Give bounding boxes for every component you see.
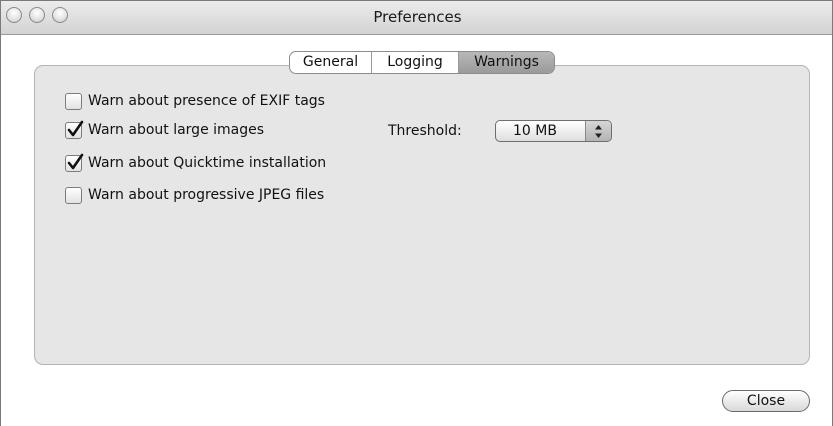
checkmark-icon <box>67 153 84 169</box>
threshold-value: 10 MB <box>513 123 557 139</box>
threshold-label: Threshold: <box>388 123 462 139</box>
large-images-warning-checkbox[interactable] <box>65 120 84 139</box>
large-images-warning-label: Warn about large images <box>88 122 265 138</box>
tab-bar: General Logging Warnings <box>289 51 555 74</box>
progressive-jpeg-warning-option[interactable]: Warn about progressive JPEG files <box>65 185 324 205</box>
tab-warnings[interactable]: Warnings <box>458 52 554 73</box>
close-button[interactable]: Close <box>722 390 810 412</box>
threshold-select[interactable]: 10 MB <box>495 120 612 142</box>
tab-logging[interactable]: Logging <box>371 52 458 73</box>
updown-arrows-icon <box>585 121 611 141</box>
quicktime-warning-checkbox[interactable] <box>65 153 84 172</box>
preferences-window: Preferences General Logging Warnings War… <box>0 0 833 426</box>
progressive-jpeg-warning-checkbox[interactable] <box>65 186 82 204</box>
checkmark-icon <box>67 120 84 136</box>
progressive-jpeg-warning-label: Warn about progressive JPEG files <box>88 187 325 203</box>
window-title: Preferences <box>373 8 462 26</box>
title-bar: Preferences <box>1 1 832 35</box>
exif-warning-checkbox[interactable] <box>65 92 82 110</box>
quicktime-warning-label: Warn about Quicktime installation <box>88 155 327 171</box>
exif-warning-option[interactable]: Warn about presence of EXIF tags <box>65 91 325 111</box>
tab-general[interactable]: General <box>290 52 371 73</box>
exif-warning-label: Warn about presence of EXIF tags <box>88 93 325 109</box>
large-images-warning-option[interactable]: Warn about large images <box>65 120 264 140</box>
quicktime-warning-option[interactable]: Warn about Quicktime installation <box>65 153 326 173</box>
